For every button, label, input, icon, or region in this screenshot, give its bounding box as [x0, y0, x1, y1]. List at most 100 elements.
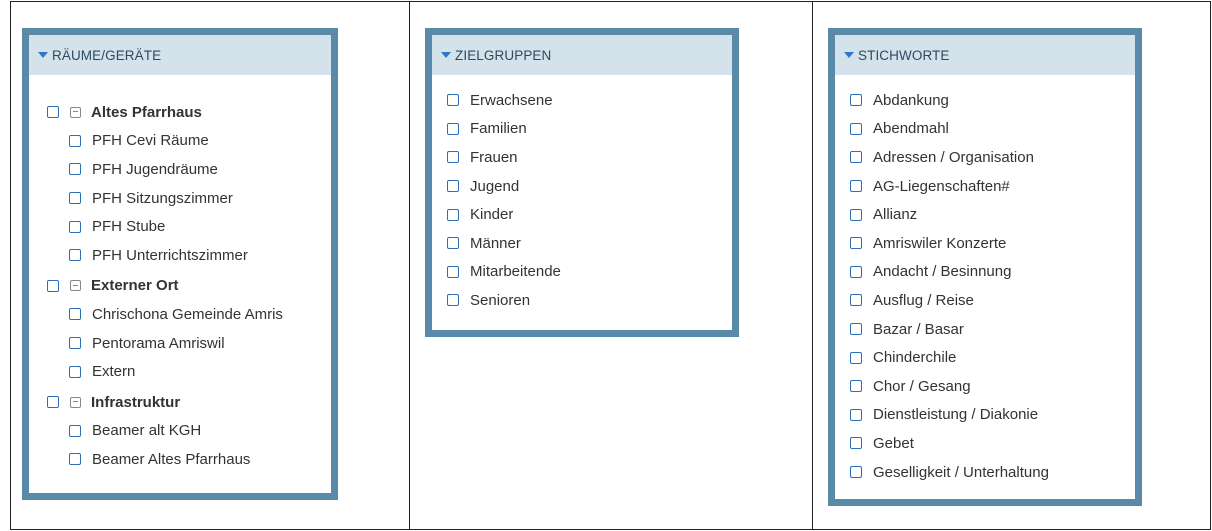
collapse-icon[interactable] — [70, 280, 81, 292]
checkbox-item[interactable]: Amriswiler Konzerte — [850, 229, 1135, 258]
checkbox-label: PFH Sitzungszimmer — [92, 189, 233, 207]
checkbox-label: Abendmahl — [873, 120, 949, 138]
checkbox-item[interactable]: Beamer Altes Pfarrhaus — [47, 445, 331, 474]
checkbox[interactable] — [447, 94, 459, 107]
checkbox[interactable] — [69, 192, 81, 205]
target-groups-panel: ZIELGRUPPEN Erwachsene Familien Frauen Juge… — [425, 28, 739, 337]
checkbox[interactable] — [850, 380, 862, 393]
checkbox[interactable] — [850, 180, 862, 193]
checkbox[interactable] — [850, 208, 862, 221]
checkbox[interactable] — [447, 237, 459, 250]
checkbox[interactable] — [47, 396, 59, 409]
checkbox-item[interactable]: PFH Sitzungszimmer — [47, 184, 331, 213]
checkbox-label: Chor / Gesang — [873, 377, 971, 395]
checkbox-label: Gebet — [873, 434, 914, 452]
checkbox-item[interactable]: Ausflug / Reise — [850, 286, 1135, 315]
checkbox[interactable] — [447, 294, 459, 307]
checkbox-item[interactable]: Dienstleistung / Diakonie — [850, 401, 1135, 430]
checkbox[interactable] — [850, 122, 862, 135]
checkbox-item[interactable]: Abdankung — [850, 86, 1135, 115]
checkbox-label: Jugend — [470, 177, 520, 195]
checkbox[interactable] — [850, 94, 862, 107]
checkbox-label: Altes Pfarrhaus — [91, 103, 202, 121]
checkbox-label: Männer — [470, 234, 521, 252]
checkbox-item[interactable]: Bazar / Basar — [850, 315, 1135, 344]
target-groups-panel-header[interactable]: ZIELGRUPPEN — [432, 35, 732, 75]
checkbox-label: Infrastruktur — [91, 393, 181, 411]
checkbox-label: Dienstleistung / Diakonie — [873, 406, 1039, 424]
checkbox-label: Beamer alt KGH — [92, 422, 202, 440]
checkbox[interactable] — [47, 279, 59, 292]
checkbox-item[interactable]: PFH Cevi Räume — [47, 127, 331, 156]
checkbox[interactable] — [69, 424, 81, 437]
checkbox[interactable] — [850, 351, 862, 364]
keywords-panel-header[interactable]: STICHWORTE — [835, 35, 1135, 75]
checkbox-label: PFH Jugendräume — [92, 160, 218, 178]
target-groups-panel-title: ZIELGRUPPEN — [455, 47, 552, 63]
checkbox-label: Pentorama Amriswil — [92, 334, 225, 352]
tree-group[interactable]: Externer Ort — [47, 272, 331, 301]
checkbox-label: PFH Unterrichtszimmer — [92, 246, 248, 264]
tree-group[interactable]: Altes Pfarrhaus — [47, 98, 331, 127]
checkbox-item[interactable]: Mitarbeitende — [447, 258, 732, 287]
checkbox[interactable] — [69, 365, 81, 378]
checkbox[interactable] — [850, 237, 862, 250]
checkbox-item[interactable]: Allianz — [850, 200, 1135, 229]
checkbox[interactable] — [447, 151, 459, 164]
checkbox-label: Familien — [470, 120, 527, 138]
checkbox[interactable] — [850, 294, 862, 307]
checkbox-item[interactable]: Pentorama Amriswil — [47, 329, 331, 358]
checkbox-item[interactable]: Erwachsene — [447, 86, 732, 115]
checkbox-item[interactable]: PFH Stube — [47, 212, 331, 241]
checkbox[interactable] — [69, 337, 81, 350]
checkbox-item[interactable]: Abendmahl — [850, 115, 1135, 144]
tree-group[interactable]: Infrastruktur — [47, 388, 331, 417]
checkbox-item[interactable]: Frauen — [447, 143, 732, 172]
checkbox-item[interactable]: Kinder — [447, 200, 732, 229]
checkbox[interactable] — [850, 437, 862, 450]
checkbox-item[interactable]: Familien — [447, 115, 732, 144]
checkbox[interactable] — [69, 163, 81, 176]
checkbox-item[interactable]: Senioren — [447, 286, 732, 315]
checkbox[interactable] — [447, 180, 459, 193]
checkbox-item[interactable]: Chinderchile — [850, 343, 1135, 372]
checkbox-item[interactable]: Geselligkeit / Unterhaltung — [850, 458, 1135, 487]
checkbox[interactable] — [47, 106, 59, 119]
checkbox-item[interactable]: Beamer alt KGH — [47, 417, 331, 446]
checkbox-label: Senioren — [470, 291, 531, 309]
checkbox-item[interactable]: AG-Liegenschaften# — [850, 172, 1135, 201]
checkbox[interactable] — [850, 466, 862, 479]
checkbox[interactable] — [69, 134, 81, 147]
checkbox[interactable] — [447, 265, 459, 278]
checkbox-item[interactable]: Chor / Gesang — [850, 372, 1135, 401]
checkbox-item[interactable]: Männer — [447, 229, 732, 258]
checkbox-item[interactable]: Chrischona Gemeinde Amris — [47, 300, 331, 329]
checkbox-item[interactable]: PFH Unterrichtszimmer — [47, 241, 331, 270]
checkbox[interactable] — [69, 249, 81, 262]
checkbox-item[interactable]: Andacht / Besinnung — [850, 258, 1135, 287]
checkbox[interactable] — [69, 308, 81, 321]
rooms-panel: RÄUME/GERÄTE Altes Pfarrhaus PFH Cevi Räu… — [22, 28, 338, 500]
checkbox[interactable] — [69, 220, 81, 233]
checkbox-item[interactable]: Gebet — [850, 429, 1135, 458]
checkbox-item[interactable]: Extern — [47, 357, 331, 386]
checkbox[interactable] — [447, 122, 459, 135]
collapse-icon[interactable] — [70, 396, 81, 408]
checkbox[interactable] — [850, 408, 862, 421]
checkbox[interactable] — [850, 265, 862, 278]
keywords-panel-title: STICHWORTE — [858, 47, 950, 63]
checkbox-item[interactable]: Adressen / Organisation — [850, 143, 1135, 172]
checkbox[interactable] — [850, 323, 862, 336]
checkbox-item[interactable]: PFH Jugendräume — [47, 155, 331, 184]
rooms-panel-header[interactable]: RÄUME/GERÄTE — [29, 35, 331, 75]
checkbox[interactable] — [850, 151, 862, 164]
caret-down-icon — [38, 52, 48, 58]
checkbox[interactable] — [69, 453, 81, 466]
collapse-icon[interactable] — [70, 106, 81, 118]
checkbox-label: Adressen / Organisation — [873, 148, 1034, 166]
checkbox[interactable] — [447, 208, 459, 221]
checkbox-label: Frauen — [470, 148, 518, 166]
checkbox-label: Allianz — [873, 206, 918, 224]
checkbox-label: Beamer Altes Pfarrhaus — [92, 450, 251, 468]
checkbox-item[interactable]: Jugend — [447, 172, 732, 201]
